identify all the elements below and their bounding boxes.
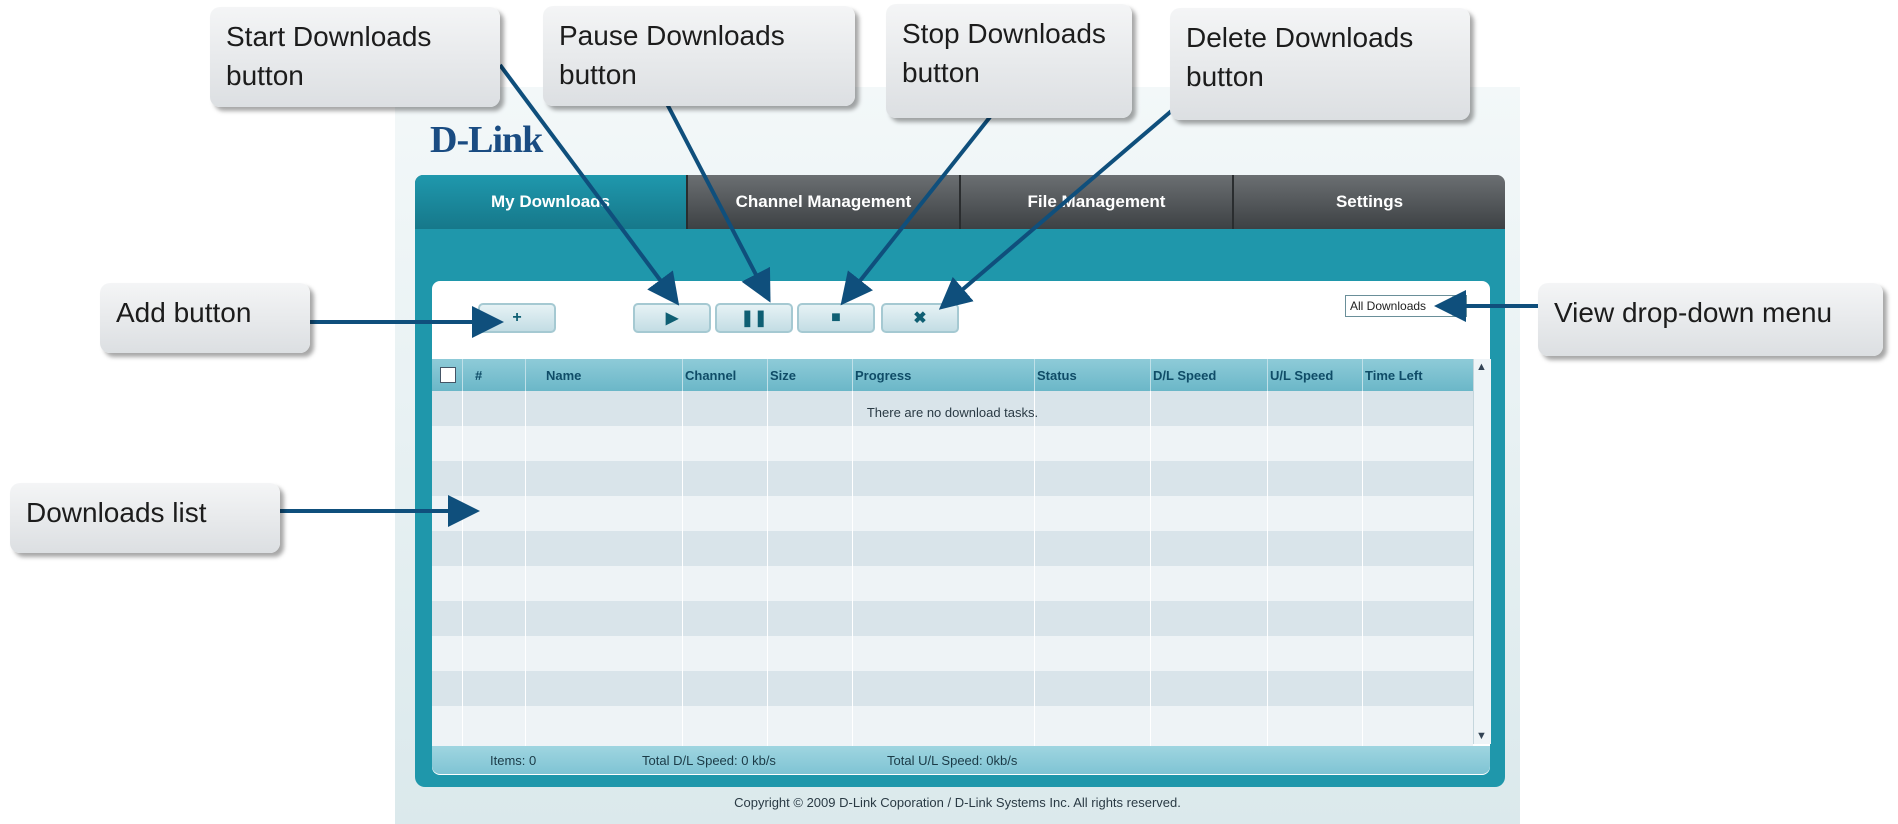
arrow-pause <box>663 99 771 303</box>
callout-arrows <box>278 63 1538 527</box>
callout-downloads-list: Downloads list <box>10 483 280 553</box>
callout-stop-downloads: Stop Downloads button <box>886 4 1132 118</box>
callout-start-downloads: Start Downloads button <box>210 7 500 107</box>
callout-pause-downloads: Pause Downloads button <box>543 6 855 106</box>
callout-delete-downloads: Delete Downloads button <box>1170 8 1470 120</box>
callout-view-dropdown: View drop-down menu <box>1538 283 1883 356</box>
callout-add: Add button <box>100 283 310 353</box>
arrow-stop <box>840 115 992 306</box>
